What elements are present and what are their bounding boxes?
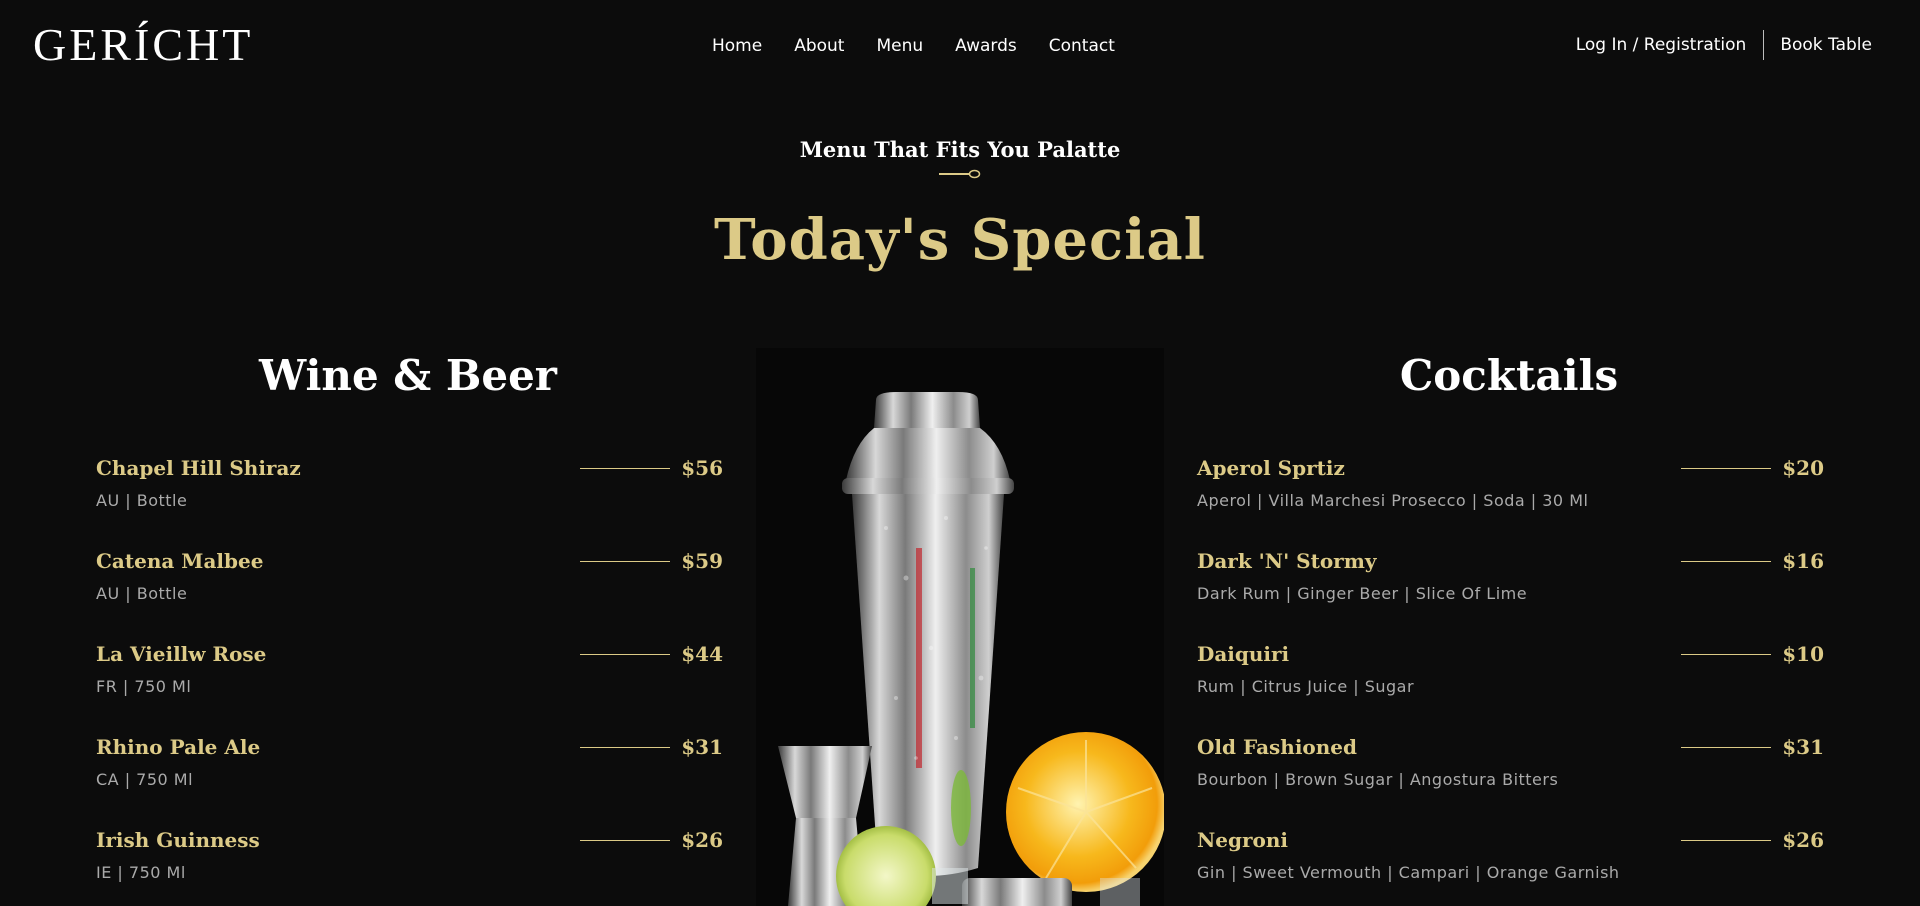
nav-divider	[1763, 30, 1765, 60]
item-price: $16	[1782, 549, 1824, 573]
menu-item: Catena Malbee $59 AU | Bottle	[96, 543, 723, 636]
item-description: Gin | Sweet Vermouth | Campari | Orange …	[1197, 863, 1620, 882]
login-link[interactable]: Log In / Registration	[1576, 35, 1747, 55]
cocktails-list: Aperol Sprtiz $20 Aperol | Villa Marches…	[1197, 450, 1824, 906]
book-table-link[interactable]: Book Table	[1780, 35, 1872, 55]
cocktails-heading: Cocktails	[1399, 351, 1619, 400]
item-description: AU | Bottle	[96, 491, 188, 510]
item-divider	[580, 747, 670, 748]
item-name: Negroni	[1197, 828, 1289, 852]
item-price: $59	[681, 549, 723, 573]
cocktail-shaker-illustration	[778, 392, 1164, 906]
nav-actions: Log In / Registration Book Table	[1576, 30, 1872, 60]
item-name: Chapel Hill Shiraz	[96, 456, 301, 480]
item-price: $31	[1782, 735, 1824, 759]
nav-link-menu[interactable]: Menu	[876, 36, 923, 56]
logo[interactable]: GERÍCHT	[33, 22, 253, 68]
item-description: AU | Bottle	[96, 584, 188, 603]
nav-links: Home About Menu Awards Contact	[712, 36, 1115, 56]
wine-heading: Wine & Beer	[259, 351, 557, 400]
section-subtitle: Menu That Fits You Palatte	[799, 137, 1121, 162]
item-description: IE | 750 Ml	[96, 863, 186, 882]
item-price: $44	[681, 642, 723, 666]
item-name: Irish Guinness	[96, 828, 260, 852]
menu-item: Chapel Hill Shiraz $56 AU | Bottle	[96, 450, 723, 543]
item-divider	[1681, 840, 1771, 841]
item-divider	[1681, 468, 1771, 469]
item-divider	[580, 840, 670, 841]
nav-link-awards[interactable]: Awards	[955, 36, 1017, 56]
item-price: $10	[1782, 642, 1824, 666]
spoon-divider-icon	[939, 169, 981, 179]
item-price: $26	[681, 828, 723, 852]
item-name: La Vieillw Rose	[96, 642, 267, 666]
menu-item: Daiquiri $10 Rum | Citrus Juice | Sugar	[1197, 636, 1824, 729]
item-description: Dark Rum | Ginger Beer | Slice Of Lime	[1197, 584, 1528, 603]
cocktail-shaker-image	[756, 348, 1164, 906]
item-description: CA | 750 Ml	[96, 770, 194, 789]
menu-item: Irish Guinness $26 IE | 750 Ml	[96, 822, 723, 906]
menu-item: Rhino Pale Ale $31 CA | 750 Ml	[96, 729, 723, 822]
item-divider	[580, 654, 670, 655]
item-name: Rhino Pale Ale	[96, 735, 261, 759]
item-name: Daiquiri	[1197, 642, 1290, 666]
item-price: $56	[681, 456, 723, 480]
item-name: Aperol Sprtiz	[1197, 456, 1345, 480]
navbar: GERÍCHT Home About Menu Awards Contact L…	[0, 0, 1920, 92]
item-divider	[1681, 561, 1771, 562]
item-price: $26	[1782, 828, 1824, 852]
item-description: Aperol | Villa Marchesi Prosecco | Soda …	[1197, 491, 1589, 510]
menu-item: Negroni $26 Gin | Sweet Vermouth | Campa…	[1197, 822, 1824, 906]
item-name: Dark 'N' Stormy	[1197, 549, 1377, 573]
nav-link-contact[interactable]: Contact	[1049, 36, 1115, 56]
item-description: Bourbon | Brown Sugar | Angostura Bitter…	[1197, 770, 1559, 789]
nav-link-about[interactable]: About	[794, 36, 844, 56]
item-name: Catena Malbee	[96, 549, 264, 573]
item-description: Rum | Citrus Juice | Sugar	[1197, 677, 1415, 696]
item-divider	[580, 468, 670, 469]
item-divider	[580, 561, 670, 562]
item-description: FR | 750 Ml	[96, 677, 192, 696]
item-divider	[1681, 654, 1771, 655]
page-title: Today's Special	[714, 207, 1206, 273]
menu-item: Old Fashioned $31 Bourbon | Brown Sugar …	[1197, 729, 1824, 822]
menu-item: La Vieillw Rose $44 FR | 750 Ml	[96, 636, 723, 729]
wine-list: Chapel Hill Shiraz $56 AU | Bottle Caten…	[96, 450, 723, 906]
menu-item: Aperol Sprtiz $20 Aperol | Villa Marches…	[1197, 450, 1824, 543]
item-divider	[1681, 747, 1771, 748]
item-name: Old Fashioned	[1197, 735, 1358, 759]
item-price: $31	[681, 735, 723, 759]
menu-item: Dark 'N' Stormy $16 Dark Rum | Ginger Be…	[1197, 543, 1824, 636]
nav-link-home[interactable]: Home	[712, 36, 762, 56]
item-price: $20	[1782, 456, 1824, 480]
